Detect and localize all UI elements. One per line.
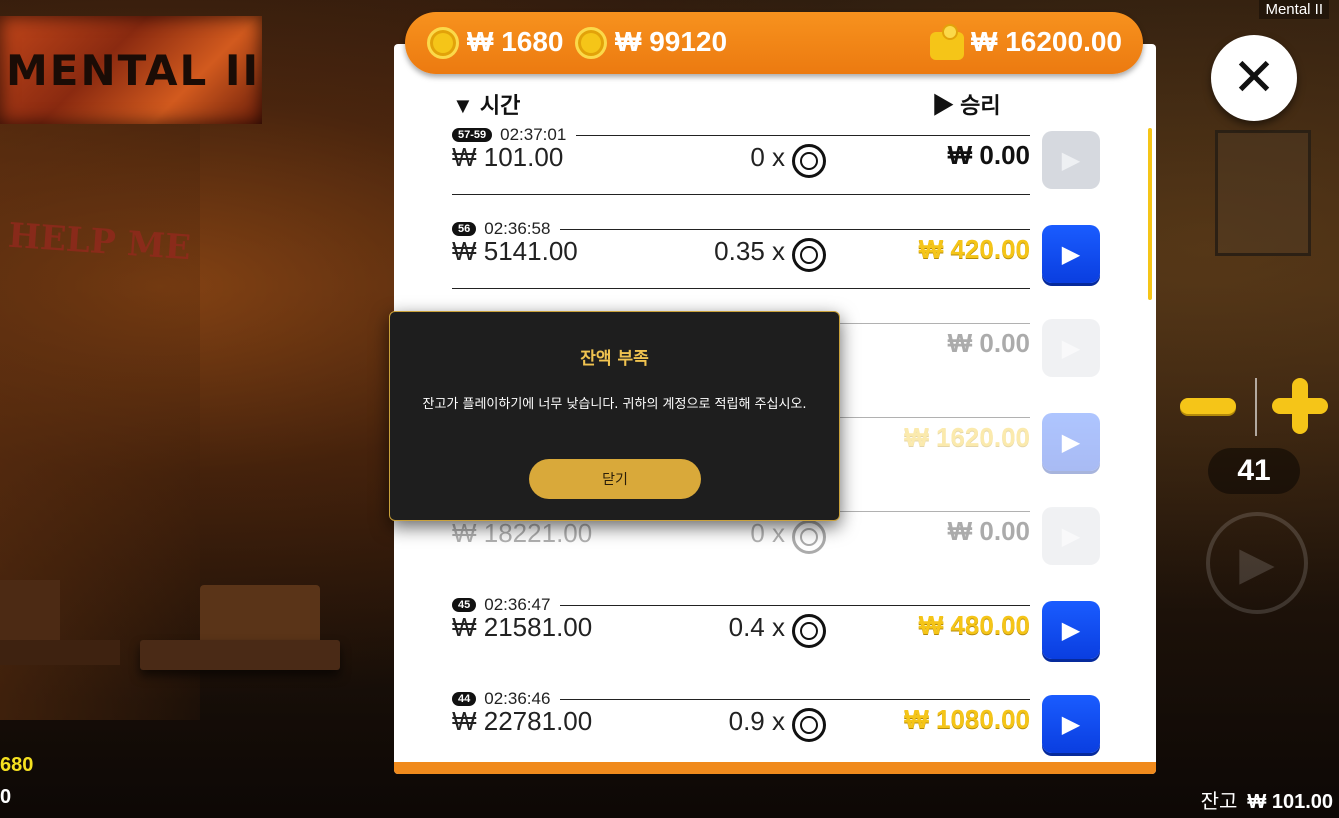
close-button[interactable]: ✕ [1211, 35, 1297, 121]
replay-button[interactable]: ▶ [1042, 413, 1100, 471]
left-win-amount: 680 [0, 754, 34, 776]
background-chair [200, 585, 320, 645]
balance-value: ₩ 101.00 [1247, 791, 1333, 813]
round-badge: 56 [452, 222, 477, 236]
replay-button[interactable]: ▶ [1042, 319, 1100, 377]
background-fusebox [1215, 130, 1311, 256]
round-bet-amount: ₩ 5141.00 [452, 236, 578, 266]
divider [560, 228, 1030, 230]
round-win: ₩ 1080.00 [904, 704, 1030, 734]
dialog-close-button[interactable]: 닫기 [529, 459, 701, 499]
scrollbar[interactable] [1148, 128, 1152, 300]
insufficient-balance-dialog: 잔액 부족 잔고가 플레이하기에 너무 낮습니다. 귀하의 계정으로 적립해 주… [389, 311, 840, 521]
replay-button[interactable]: ▶ [1042, 507, 1100, 565]
background-table [140, 640, 340, 670]
divider [560, 604, 1030, 606]
play-icon: ▶ [1061, 710, 1081, 738]
decrease-bet-button[interactable] [1180, 398, 1236, 414]
play-icon: ▶ [1061, 334, 1081, 362]
spin-button[interactable]: ▶ [1206, 512, 1308, 614]
divider [576, 134, 1030, 136]
round-badge: 45 [452, 598, 477, 612]
replay-button[interactable]: ▶ [1042, 131, 1100, 189]
triangle-down-icon: ▼ [452, 93, 474, 118]
round-win: ₩ 0.00 [947, 328, 1030, 358]
round-win: ₩ 1620.00 [904, 422, 1030, 452]
history-row: 56 02:36:58 ₩ 5141.00 0.35 x ₩ 420.00 ▶ [452, 218, 1102, 310]
play-icon: ▶ [1061, 522, 1081, 550]
wallet-balance: ₩ 16200.00 [971, 26, 1122, 57]
round-badge: 44 [452, 692, 477, 706]
round-win: ₩ 0.00 [947, 140, 1030, 170]
divider [560, 698, 1030, 700]
round-bet-amount: ₩ 22781.00 [452, 706, 593, 736]
footer-balance: 잔고 ₩ 101.00 [1201, 785, 1333, 814]
replay-button[interactable]: ▶ [1042, 225, 1100, 283]
history-row: 44 02:36:46 ₩ 22781.00 0.9 x ₩ 1080.00 ▶ [452, 688, 1102, 780]
coin-icon [792, 708, 826, 742]
balance-label: 잔고 [1200, 791, 1238, 813]
coin-icon [792, 144, 826, 178]
coin-icon [792, 238, 826, 272]
total-coins: ₩ 99120 [615, 26, 728, 57]
left-bet-amount: 0 [0, 786, 12, 808]
dialog-message: 잔고가 플레이하기에 너무 낮습니다. 귀하의 계정으로 적립해 주십시오. [422, 397, 807, 412]
play-icon: ▶ [1061, 240, 1081, 268]
coin-icon [427, 27, 459, 59]
replay-button[interactable]: ▶ [1042, 601, 1100, 659]
play-icon: ▶ [1239, 536, 1275, 590]
coin-stack-icon [575, 27, 607, 59]
round-win: ₩ 480.00 [918, 610, 1030, 640]
divider [452, 194, 1030, 195]
round-win: ₩ 0.00 [947, 516, 1030, 546]
bet-value: 41 [1208, 448, 1300, 494]
history-row: 57-59 02:37:01 ₩ 101.00 0 x ₩ 0.00 ▶ [452, 124, 1102, 216]
coin-icon [792, 614, 826, 648]
triangle-right-icon: ▶ [932, 93, 955, 118]
wallet-icon [930, 24, 966, 60]
play-icon: ▶ [1061, 616, 1081, 644]
coins-balance: ₩ 1680 [467, 26, 564, 57]
app-title: Mental II [1259, 0, 1329, 19]
round-bet-amount: ₩ 18221.00 [452, 518, 593, 548]
increase-bet-button[interactable] [1272, 378, 1328, 434]
sort-win-header[interactable]: ▶ 승리 [932, 88, 1001, 120]
divider [1255, 378, 1257, 436]
round-badge: 57-59 [452, 128, 493, 142]
game-logo: MENTAL II [0, 16, 262, 124]
round-bet-amount: ₩ 101.00 [452, 142, 564, 172]
divider [452, 288, 1030, 289]
background-table [0, 640, 120, 665]
dialog-title: 잔액 부족 [580, 349, 649, 369]
round-win: ₩ 420.00 [918, 234, 1030, 264]
close-icon: ✕ [1232, 48, 1276, 108]
coin-icon [792, 520, 826, 554]
sort-time-header[interactable]: ▼ 시간 [452, 88, 520, 120]
replay-button[interactable]: ▶ [1042, 695, 1100, 753]
play-icon: ▶ [1061, 428, 1081, 456]
play-icon: ▶ [1061, 146, 1081, 174]
balance-bar: ₩ 1680 ₩ 99120 ₩ 16200.00 [405, 12, 1143, 74]
round-bet-amount: ₩ 21581.00 [452, 612, 593, 642]
history-row: 45 02:36:47 ₩ 21581.00 0.4 x ₩ 480.00 ▶ [452, 594, 1102, 686]
